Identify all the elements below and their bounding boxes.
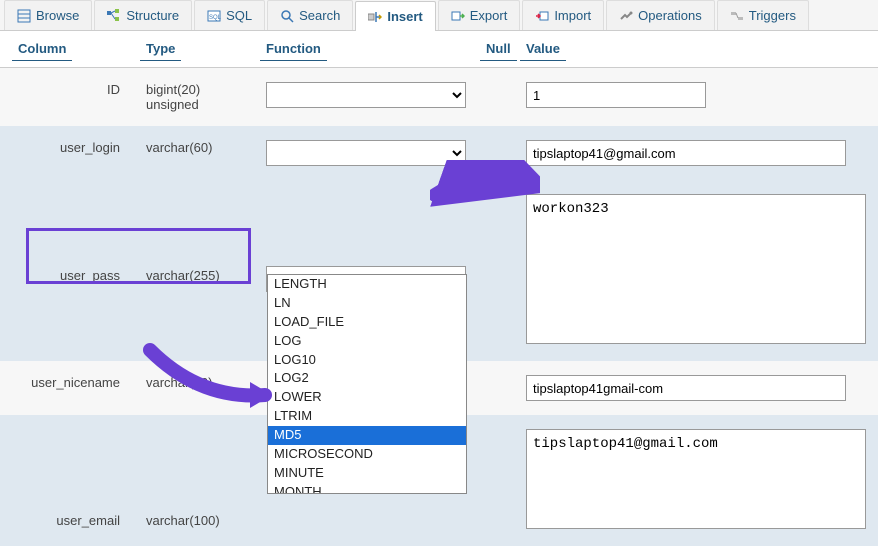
row-userpass-type: varchar(255)	[140, 188, 260, 289]
column-headers: Column Type Function Null Value	[0, 31, 878, 68]
header-value[interactable]: Value	[520, 37, 566, 61]
tab-structure[interactable]: Structure	[94, 0, 192, 30]
browse-icon	[17, 9, 31, 23]
tab-export[interactable]: Export	[438, 0, 521, 30]
structure-icon	[107, 9, 121, 23]
dropdown-item[interactable]: LOAD_FILE	[268, 313, 466, 332]
value-input-userlogin[interactable]	[526, 140, 846, 166]
value-textarea-userpass[interactable]	[526, 194, 866, 344]
dropdown-item[interactable]: LN	[268, 294, 466, 313]
insert-icon	[368, 10, 382, 24]
tab-browse[interactable]: Browse	[4, 0, 92, 30]
export-icon	[451, 9, 465, 23]
value-input-id[interactable]	[526, 82, 706, 108]
row-usernicename-column: user_nicename	[0, 369, 140, 396]
svg-text:SQL: SQL	[209, 15, 221, 21]
header-null[interactable]: Null	[480, 37, 517, 61]
header-type[interactable]: Type	[140, 37, 181, 61]
table-row: ID bigint(20) unsigned	[0, 68, 878, 126]
dropdown-item[interactable]: LOWER	[268, 388, 466, 407]
tab-sql-label: SQL	[226, 8, 252, 23]
dropdown-item[interactable]: MINUTE	[268, 464, 466, 483]
function-select-userlogin[interactable]	[266, 140, 466, 166]
tab-insert-label: Insert	[387, 9, 422, 24]
tab-import[interactable]: Import	[522, 0, 604, 30]
tab-structure-label: Structure	[126, 8, 179, 23]
row-userlogin-column: user_login	[0, 134, 140, 161]
operations-icon	[619, 9, 633, 23]
tab-import-label: Import	[554, 8, 591, 23]
dropdown-item[interactable]: MONTH	[268, 483, 466, 494]
header-function[interactable]: Function	[260, 37, 327, 61]
sql-icon: SQL	[207, 9, 221, 23]
tab-operations-label: Operations	[638, 8, 702, 23]
row-userlogin-type: varchar(60)	[140, 134, 260, 161]
row-id-type: bigint(20) unsigned	[140, 76, 260, 118]
dropdown-item[interactable]: LOG10	[268, 351, 466, 370]
tab-bar: Browse Structure SQL SQL Search Insert E…	[0, 0, 878, 31]
row-useremail-type: varchar(100)	[140, 423, 260, 534]
import-icon	[535, 9, 549, 23]
dropdown-item[interactable]: MICROSECOND	[268, 445, 466, 464]
row-useremail-column: user_email	[0, 423, 140, 534]
tab-export-label: Export	[470, 8, 508, 23]
row-id-column: ID	[0, 76, 140, 103]
value-textarea-useremail[interactable]	[526, 429, 866, 529]
dropdown-item[interactable]: LOG	[268, 332, 466, 351]
search-icon	[280, 9, 294, 23]
function-dropdown-list[interactable]: LENGTHLNLOAD_FILELOGLOG10LOG2LOWERLTRIMM…	[267, 274, 467, 494]
tab-triggers-label: Triggers	[749, 8, 796, 23]
header-column[interactable]: Column	[12, 37, 72, 61]
triggers-icon	[730, 9, 744, 23]
dropdown-item[interactable]: LENGTH	[268, 275, 466, 294]
tab-browse-label: Browse	[36, 8, 79, 23]
value-input-usernicename[interactable]	[526, 375, 846, 401]
tab-sql[interactable]: SQL SQL	[194, 0, 265, 30]
table-row: user_login varchar(60)	[0, 126, 878, 180]
tab-search[interactable]: Search	[267, 0, 353, 30]
tab-triggers[interactable]: Triggers	[717, 0, 809, 30]
dropdown-item[interactable]: MD5	[268, 426, 466, 445]
dropdown-item[interactable]: LOG2	[268, 369, 466, 388]
dropdown-item[interactable]: LTRIM	[268, 407, 466, 426]
row-usernicename-type: varchar(50)	[140, 369, 260, 396]
tab-insert[interactable]: Insert	[355, 1, 435, 31]
tab-operations[interactable]: Operations	[606, 0, 715, 30]
tab-search-label: Search	[299, 8, 340, 23]
function-select-id[interactable]	[266, 82, 466, 108]
row-userpass-column: user_pass	[0, 188, 140, 289]
